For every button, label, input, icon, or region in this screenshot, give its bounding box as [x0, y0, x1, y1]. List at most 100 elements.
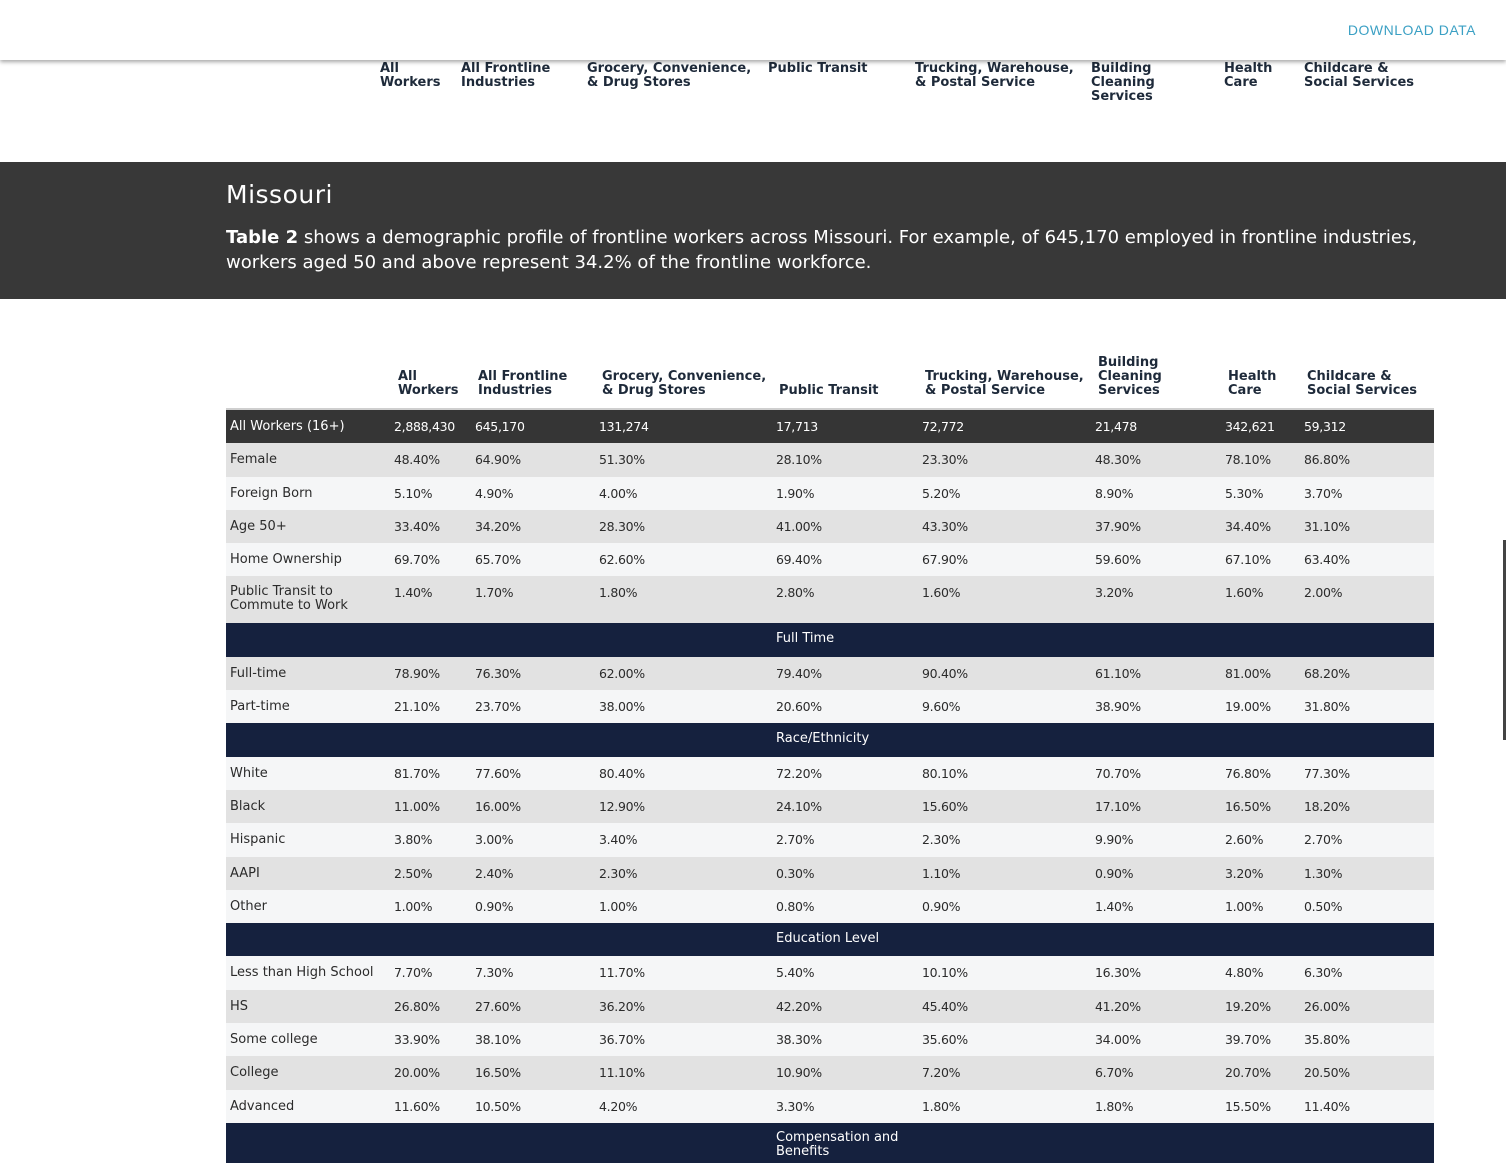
sticky-column-header: All Workers All Frontline Industries Groce…: [0, 60, 1506, 120]
row-label: Advanced: [230, 1098, 295, 1114]
table-cell: 28.30%: [599, 518, 645, 534]
table-cell: 37.90%: [1095, 518, 1141, 534]
section-header: Race/Ethnicity: [226, 723, 1434, 757]
table-cell: 68.20%: [1304, 665, 1350, 681]
table-cell: 26.00%: [1304, 998, 1350, 1014]
sticky-col-childcare: Childcare & Social Services: [1304, 61, 1414, 90]
sticky-col-all-workers: All Workers: [380, 61, 441, 90]
table-row: Public Transit to Commute to Work 1.40% 1.…: [226, 576, 1434, 624]
table-cell: 0.90%: [922, 898, 961, 914]
table-cell: 16.50%: [475, 1065, 521, 1081]
table-cell: 19.20%: [1225, 998, 1271, 1014]
table-cell: 33.40%: [394, 518, 440, 534]
row-label: Hispanic: [230, 832, 286, 848]
table-cell: 15.50%: [1225, 1098, 1271, 1114]
table-cell: 51.30%: [599, 452, 645, 468]
table-cell: 19.00%: [1225, 699, 1271, 715]
table-cell: 24.10%: [776, 798, 822, 814]
table-cell: 36.70%: [599, 1032, 645, 1048]
table-cell: 81.70%: [394, 765, 440, 781]
table-cell: 4.90%: [475, 485, 514, 501]
table-row: College 20.00% 16.50% 11.10% 10.90% 7.20% 6.70…: [226, 1056, 1434, 1090]
table-cell: 4.00%: [599, 485, 638, 501]
table-cell: 17,713: [776, 419, 818, 434]
table-cell: 1.40%: [394, 585, 433, 601]
table-ref: Table 2: [226, 227, 299, 248]
table-row: Full-time 78.90% 76.30% 62.00% 79.40% 90.40% 6…: [226, 656, 1434, 691]
col-header-building-cleaning: Building Cleaning Services: [1098, 355, 1162, 398]
table-cell: 3.40%: [599, 832, 638, 848]
table-cell: 63.40%: [1304, 552, 1350, 568]
download-data-link[interactable]: DOWNLOAD DATA: [1348, 22, 1476, 38]
table-body: All Workers (16+) 2,888,430 645,170 131,274…: [226, 410, 1434, 1163]
row-label: Full-time: [230, 665, 287, 681]
table-cell: 10.50%: [475, 1098, 521, 1114]
row-label: College: [230, 1065, 279, 1081]
table-cell: 0.30%: [776, 865, 815, 881]
table-cell: 17.10%: [1095, 798, 1141, 814]
table-row: Age 50+ 33.40% 34.20% 28.30% 41.00% 43.30% 37.…: [226, 509, 1434, 544]
table-row: Black 11.00% 16.00% 12.90% 24.10% 15.60% 17.10…: [226, 789, 1434, 824]
section-label: Full Time: [776, 631, 835, 647]
table-row: Other 1.00% 0.90% 1.00% 0.80% 0.90% 1.40% 1.00%…: [226, 889, 1434, 924]
section-header: Full Time: [226, 623, 1434, 657]
table-cell: 3.20%: [1095, 585, 1134, 601]
table-cell: 8.90%: [1095, 485, 1134, 501]
table-cell: 1.60%: [922, 585, 961, 601]
col-header-all-workers: All Workers: [398, 369, 459, 398]
table-cell: 42.20%: [776, 998, 822, 1014]
table-cell: 1.00%: [599, 898, 638, 914]
table-cell: 34.00%: [1095, 1032, 1141, 1048]
section-label: Education Level: [776, 931, 880, 947]
state-title: Missouri: [226, 180, 333, 209]
table-cell: 1.80%: [1095, 1098, 1134, 1114]
table-cell: 36.20%: [599, 998, 645, 1014]
table-cell: 2.80%: [776, 585, 815, 601]
table-cell: 64.90%: [475, 452, 521, 468]
table-row: Female 48.40% 64.90% 51.30% 28.10% 23.30% 48.3…: [226, 443, 1434, 477]
table-cell: 5.40%: [776, 965, 815, 981]
table-cell: 59,312: [1304, 419, 1346, 434]
table-cell: 31.80%: [1304, 699, 1350, 715]
table-cell: 65.70%: [475, 552, 521, 568]
table-cell: 5.30%: [1225, 485, 1264, 501]
table-cell: 11.40%: [1304, 1098, 1350, 1114]
table-cell: 3.80%: [394, 832, 433, 848]
table-cell: 72.20%: [776, 765, 822, 781]
row-label: Female: [230, 452, 278, 468]
table-cell: 15.60%: [922, 798, 968, 814]
table-cell: 48.40%: [394, 452, 440, 468]
sticky-col-all-frontline: All Frontline Industries: [461, 61, 551, 90]
table-row: Advanced 11.60% 10.50% 4.20% 3.30% 1.80% 1.80%…: [226, 1089, 1434, 1123]
table-cell: 38.90%: [1095, 699, 1141, 715]
table-cell: 3.20%: [1225, 865, 1264, 881]
sticky-col-building-cleaning: Building Cleaning Services: [1091, 61, 1155, 104]
row-label: Black: [230, 798, 266, 814]
table-cell: 79.40%: [776, 665, 822, 681]
table-cell: 6.70%: [1095, 1065, 1134, 1081]
table-cell: 4.80%: [1225, 965, 1264, 981]
col-header-public-transit: Public Transit: [779, 383, 879, 398]
table-cell: 10.90%: [776, 1065, 822, 1081]
table-cell: 41.00%: [776, 518, 822, 534]
row-label: Other: [230, 898, 267, 914]
table-cell: 12.90%: [599, 798, 645, 814]
table-cell: 2.70%: [776, 832, 815, 848]
table-cell: 1.70%: [475, 585, 514, 601]
table-cell: 80.40%: [599, 765, 645, 781]
sticky-col-grocery: Grocery, Convenience, & Drug Stores: [587, 61, 752, 90]
table-row: Foreign Born 5.10% 4.90% 4.00% 1.90% 5.20% 8.9…: [226, 476, 1434, 510]
table-cell: 39.70%: [1225, 1032, 1271, 1048]
table-cell: 67.10%: [1225, 552, 1271, 568]
table-cell: 20.60%: [776, 699, 822, 715]
table-cell: 80.10%: [922, 765, 968, 781]
table-cell: 21,478: [1095, 419, 1137, 434]
table-cell: 1.80%: [922, 1098, 961, 1114]
section-header: Compensation and Benefits: [226, 1122, 1434, 1163]
table-row: Some college 33.90% 38.10% 36.70% 38.30% 35.6…: [226, 1023, 1434, 1057]
table-cell: 43.30%: [922, 518, 968, 534]
table-cell: 2,888,430: [394, 419, 455, 434]
table-cell: 1.40%: [1095, 898, 1134, 914]
table-cell: 1.00%: [394, 898, 433, 914]
table-row: Part-time 21.10% 23.70% 38.00% 20.60% 9.60% 38…: [226, 690, 1434, 724]
